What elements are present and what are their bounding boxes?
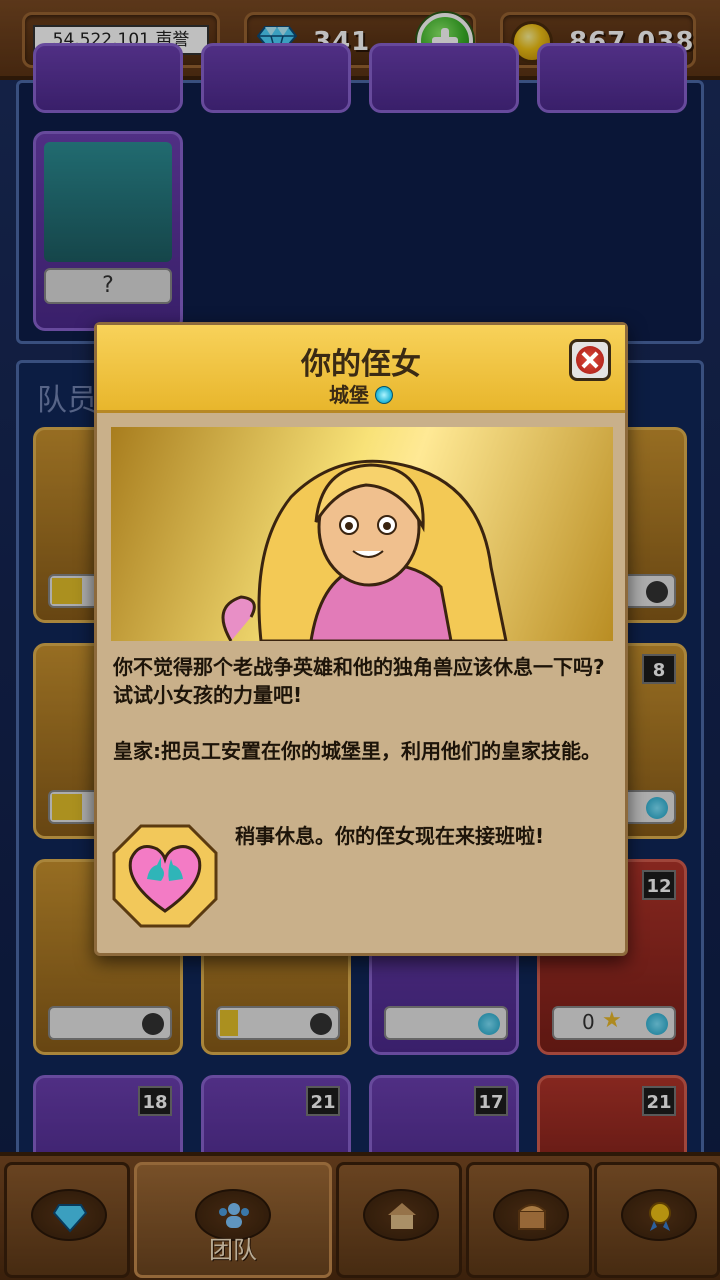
- staff-detail-dialog: 你的侄女 城堡 你不觉得那个老战争英雄和他的独角兽应该休息一下吗?试试小女孩的力…: [94, 322, 628, 956]
- description-text: 你不觉得那个老战争英雄和他的独角兽应该休息一下吗?试试小女孩的力量吧!: [113, 655, 605, 707]
- character-portrait: [111, 427, 613, 641]
- dialog-title: 你的侄女: [301, 347, 421, 382]
- dialog-description: 你不觉得那个老战争英雄和他的独角兽应该休息一下吗?试试小女孩的力量吧! 皇家:把…: [113, 653, 613, 793]
- dialog-subtitle: 城堡: [97, 379, 625, 408]
- dialog-header: 你的侄女 城堡: [97, 325, 625, 413]
- game-screen: 54,522,101 声誉 341 867,038 ? 队员 8 12 0 ★ …: [0, 0, 720, 1280]
- blue-gem-icon: [375, 386, 393, 404]
- heart-unicorn-icon: [112, 824, 218, 928]
- close-button[interactable]: [569, 339, 611, 381]
- royal-text: 皇家:把员工安置在你的城堡里，利用他们的皇家技能。: [113, 739, 601, 763]
- close-icon: [576, 346, 604, 374]
- location-label: 城堡: [329, 383, 369, 407]
- skill-text: 稍事休息。你的侄女现在来接班啦!: [235, 824, 545, 848]
